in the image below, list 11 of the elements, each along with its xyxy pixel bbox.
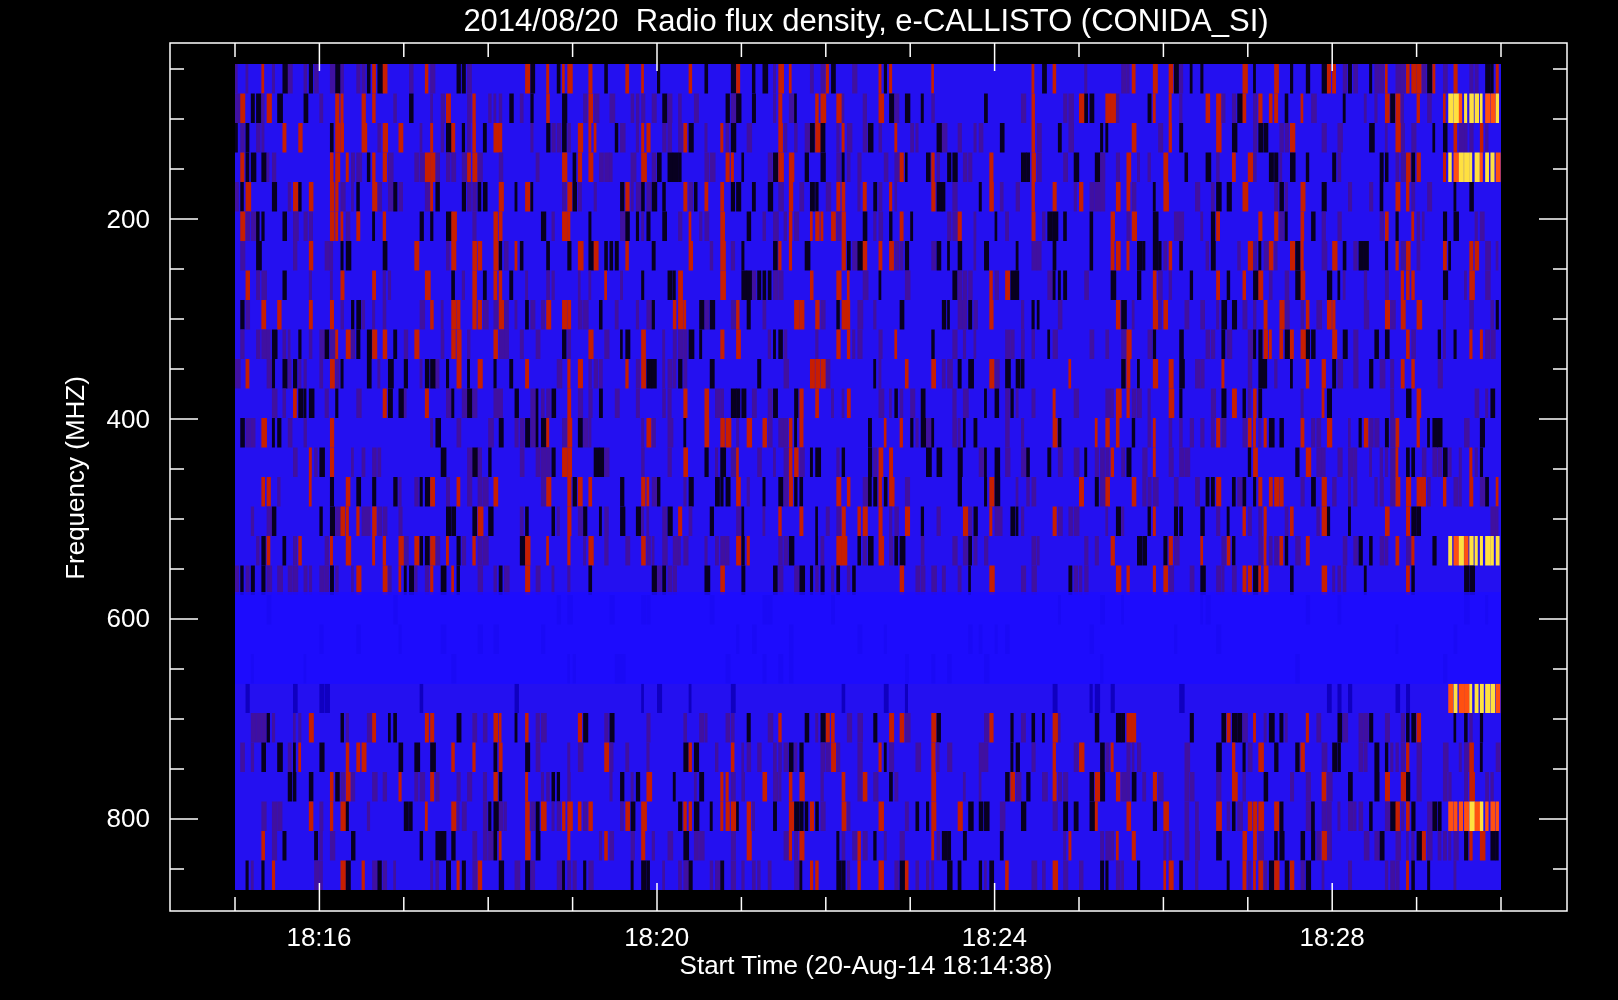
chart-title: 2014/08/20 Radio flux density, e-CALLISTO (CONIDA_SI) <box>463 3 1269 38</box>
x-tick-label: 18:16 <box>286 922 352 952</box>
x-tick-label: 18:24 <box>961 922 1027 952</box>
y-tick-label: 600 <box>106 603 150 634</box>
y-axis-label: Frequency (MHZ) <box>60 376 90 580</box>
x-tick-label: 18:28 <box>1299 922 1365 952</box>
y-tick-label: 200 <box>106 204 150 234</box>
y-tick-label: 400 <box>106 403 150 434</box>
x-tick-label: 18:20 <box>624 922 690 952</box>
x-axis-label: Start Time (20-Aug-14 18:14:38) <box>679 950 1053 980</box>
y-tick-label: 800 <box>106 803 150 834</box>
